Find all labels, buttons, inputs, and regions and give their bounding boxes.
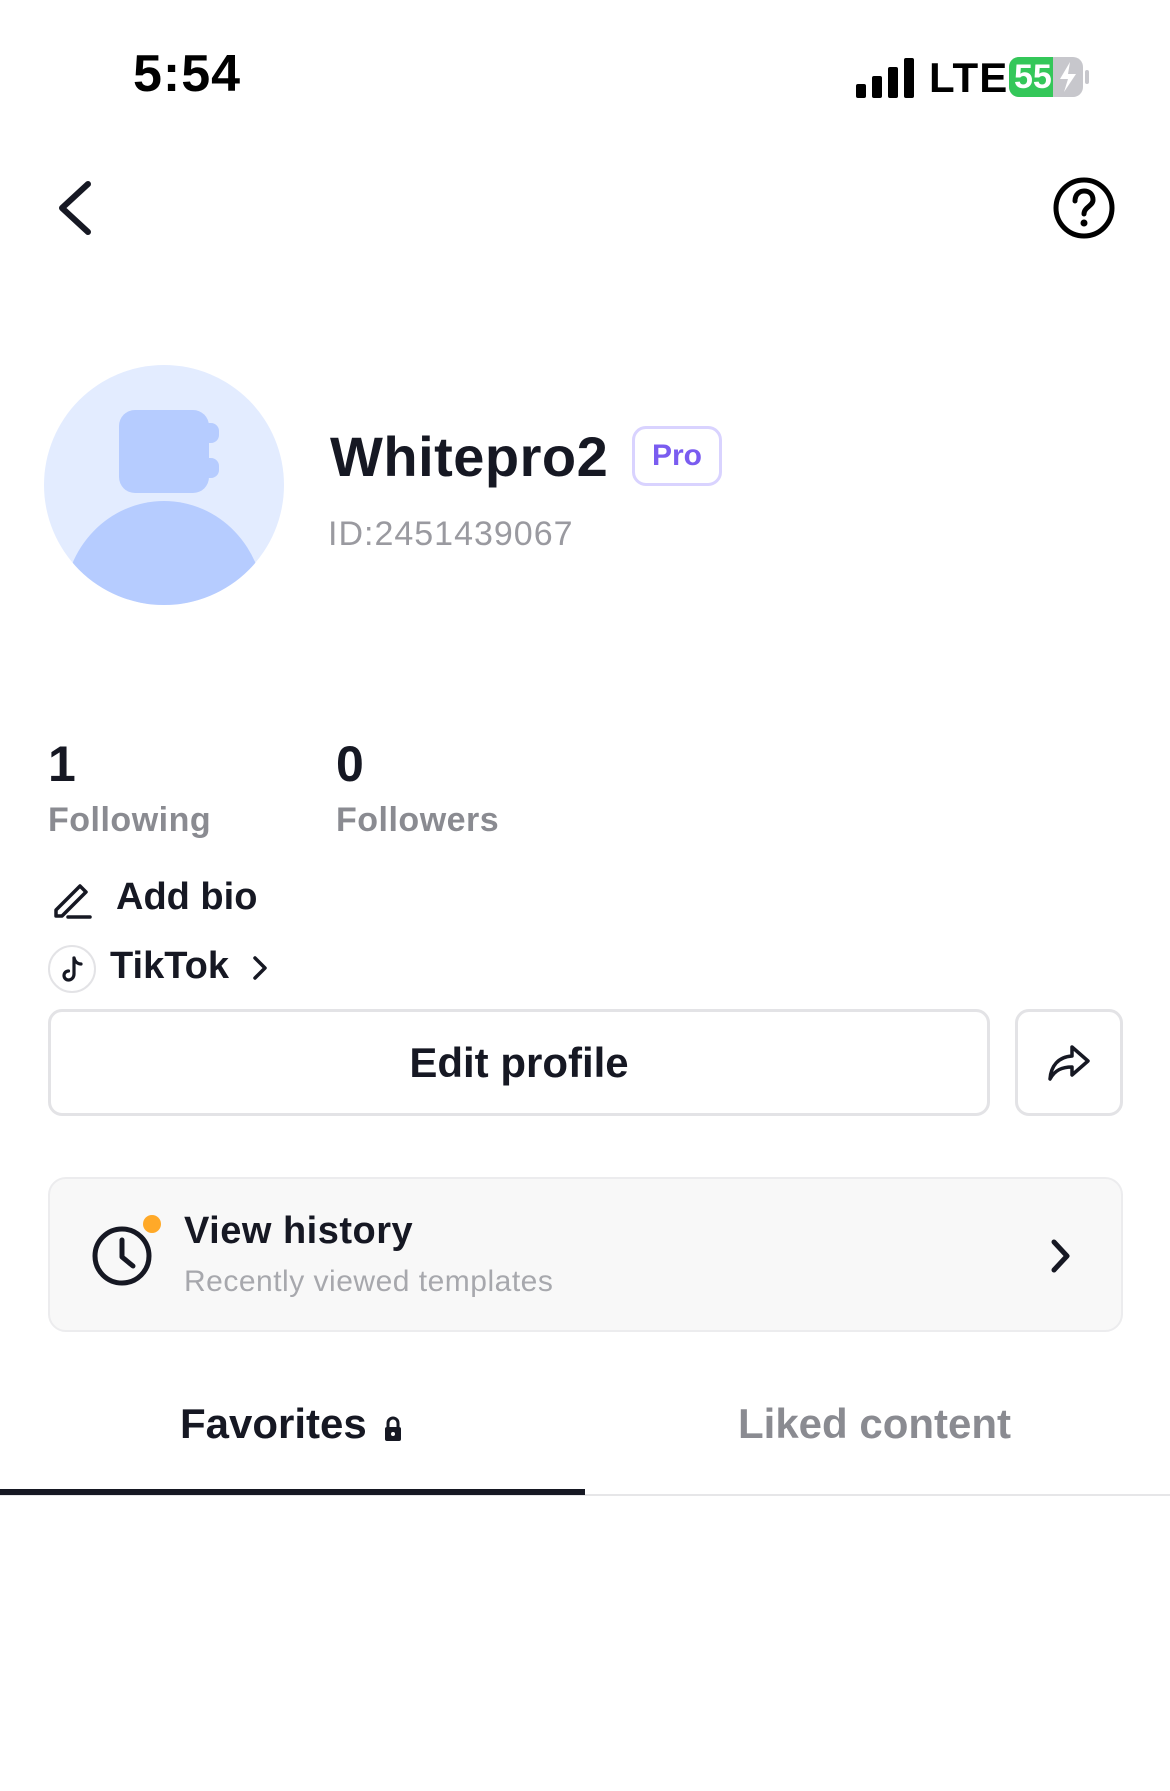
clock-icon: [92, 1226, 152, 1286]
share-button[interactable]: [1015, 1009, 1123, 1116]
chevron-left-icon[interactable]: [52, 178, 100, 238]
pro-badge: Pro: [632, 426, 722, 486]
edit-profile-button[interactable]: Edit profile: [48, 1009, 990, 1116]
chevron-right-icon: [1051, 1239, 1070, 1273]
question-circle-icon[interactable]: [1052, 176, 1116, 240]
lock-icon: [385, 1416, 401, 1441]
stat-followers-label: Followers: [336, 801, 500, 839]
stat-followers[interactable]: 0 Followers: [336, 735, 499, 840]
tab-liked-content[interactable]: Liked content: [738, 1400, 1011, 1448]
chevron-right-icon: [253, 956, 267, 980]
stat-following-count: 1: [48, 736, 76, 792]
pencil-icon[interactable]: [50, 876, 94, 920]
default-avatar-icon: [64, 410, 264, 605]
stat-following-label: Following: [48, 801, 212, 839]
status-time: 5:54: [133, 45, 242, 103]
tiktok-icon[interactable]: [48, 945, 96, 993]
add-bio-link[interactable]: Add bio: [116, 876, 257, 919]
tiktok-link[interactable]: TikTok: [110, 945, 229, 988]
stat-following[interactable]: 1 Following: [48, 735, 211, 840]
view-history-title: View history: [184, 1210, 414, 1252]
username: Whitepro2: [330, 425, 609, 488]
view-history-card[interactable]: [48, 1177, 1123, 1332]
battery-icon: 55: [1008, 56, 1090, 98]
avatar[interactable]: [44, 365, 284, 605]
view-history-subtitle: Recently viewed templates: [184, 1265, 554, 1298]
network-type: LTE: [929, 54, 1009, 101]
tab-active-indicator: [0, 1489, 585, 1495]
notification-dot: [143, 1215, 161, 1233]
signal-icon: [856, 58, 914, 98]
tab-favorites[interactable]: Favorites: [180, 1400, 367, 1448]
user-id: ID:2451439067: [328, 515, 574, 553]
share-arrow-icon: [1048, 1044, 1090, 1081]
battery-level: 55: [1014, 58, 1052, 96]
stat-followers-count: 0: [336, 736, 364, 792]
